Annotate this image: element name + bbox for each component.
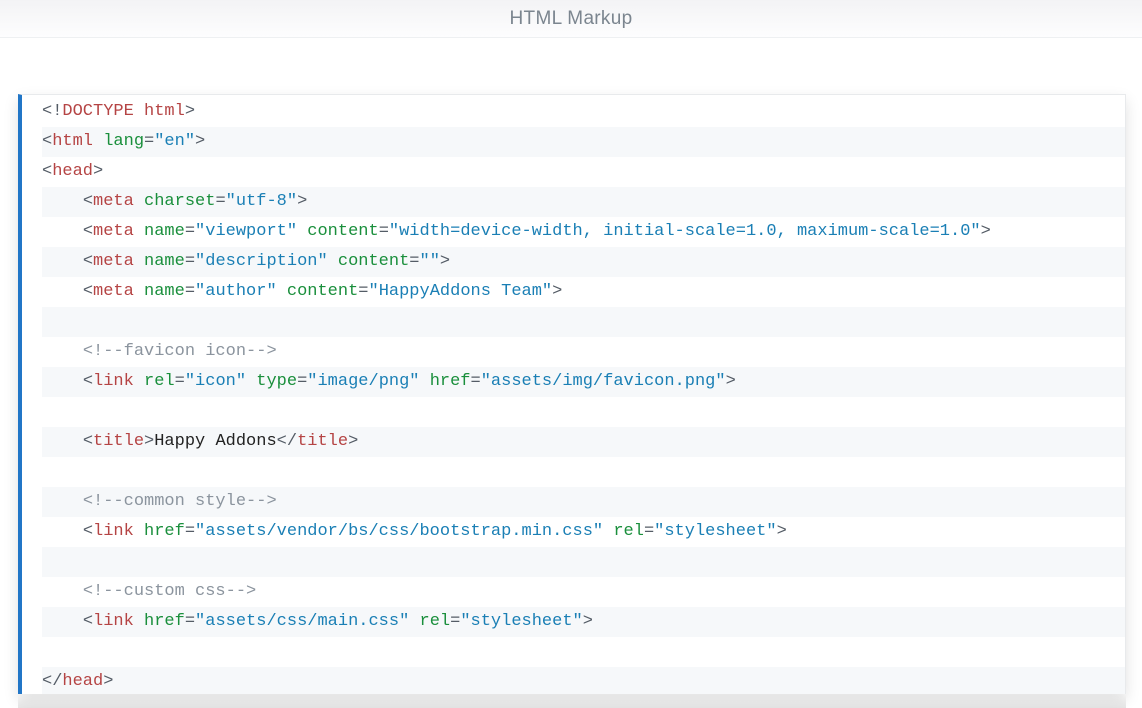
code-line: <meta charset="utf-8"> <box>42 187 1125 217</box>
code-line <box>42 637 1125 667</box>
shadow-fade <box>18 694 1126 708</box>
code-line: <title>Happy Addons</title> <box>42 427 1125 457</box>
code-scroll-area[interactable]: <!DOCTYPE html><html lang="en"><head> <m… <box>22 95 1125 694</box>
code-line: <!--custom css--> <box>42 577 1125 607</box>
code-line: <meta name="viewport" content="width=dev… <box>42 217 1125 247</box>
code-line <box>42 547 1125 577</box>
code-line: <!--common style--> <box>42 487 1125 517</box>
code-block: <!DOCTYPE html><html lang="en"><head> <m… <box>22 95 1125 694</box>
code-line: <html lang="en"> <box>42 127 1125 157</box>
spacer <box>0 38 1142 94</box>
code-line <box>42 397 1125 427</box>
code-line: <link href="assets/vendor/bs/css/bootstr… <box>42 517 1125 547</box>
code-line: </head> <box>42 667 1125 694</box>
code-line: <link rel="icon" type="image/png" href="… <box>42 367 1125 397</box>
page-title: HTML Markup <box>510 8 633 30</box>
code-line: <link href="assets/css/main.css" rel="st… <box>42 607 1125 637</box>
code-line <box>42 307 1125 337</box>
code-line: <!DOCTYPE html> <box>42 97 1125 127</box>
code-line: <head> <box>42 157 1125 187</box>
code-line: <!--favicon icon--> <box>42 337 1125 367</box>
header-bar: HTML Markup <box>0 0 1142 38</box>
code-line: <meta name="author" content="HappyAddons… <box>42 277 1125 307</box>
code-line: <meta name="description" content=""> <box>42 247 1125 277</box>
code-panel: <!DOCTYPE html><html lang="en"><head> <m… <box>18 94 1126 694</box>
code-line <box>42 457 1125 487</box>
